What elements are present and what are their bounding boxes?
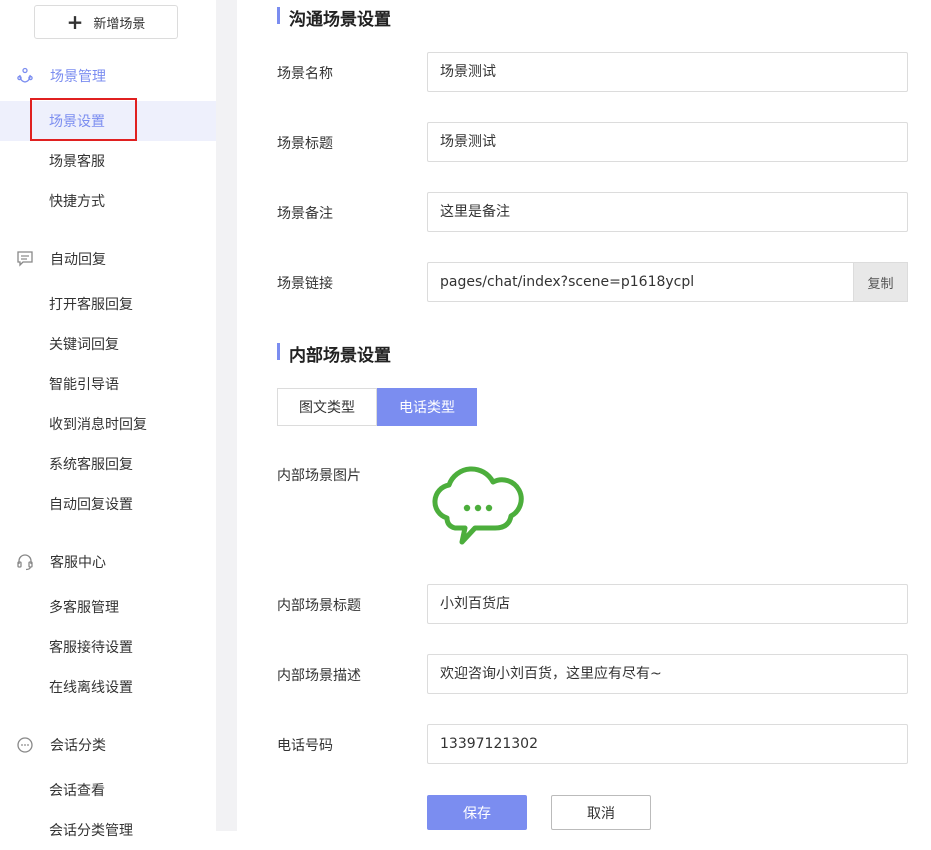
scene-name-input[interactable]: 场景测试 xyxy=(427,52,908,92)
headset-icon xyxy=(16,553,34,571)
internal-desc-input[interactable]: 欢迎咨询小刘百货，这里应有尽有~ xyxy=(427,654,908,694)
sidebar-item-label: 快捷方式 xyxy=(49,194,105,210)
sidebar-group-label: 场景管理 xyxy=(50,69,106,85)
scene-link-input[interactable]: pages/chat/index?scene=p1618ycpl xyxy=(427,262,854,302)
sidebar-group-scene-management[interactable]: 场景管理 xyxy=(0,64,216,88)
scene-title-label: 场景标题 xyxy=(277,136,333,152)
type-tabs: 图文类型 电话类型 xyxy=(277,388,477,426)
sidebar-item-multi-service[interactable]: 多客服管理 xyxy=(0,587,216,627)
internal-image-label: 内部场景图片 xyxy=(277,468,361,484)
plus-icon: + xyxy=(66,10,84,34)
sidebar-group-label: 会话分类 xyxy=(50,738,106,754)
sidebar-item-label: 在线离线设置 xyxy=(49,680,133,696)
sidebar-group-session-category[interactable]: 会话分类 xyxy=(0,733,216,757)
internal-scene-image[interactable] xyxy=(427,460,527,550)
gutter xyxy=(216,0,237,831)
chat-cloud-icon xyxy=(432,466,524,545)
sidebar-group-service-center[interactable]: 客服中心 xyxy=(0,550,216,574)
sidebar-item-auto-reply-settings[interactable]: 自动回复设置 xyxy=(0,484,216,524)
add-scene-label: 新增场景 xyxy=(93,16,146,32)
sidebar-item-label: 场景客服 xyxy=(49,154,105,170)
cancel-button[interactable]: 取消 xyxy=(551,795,651,830)
tab-image-text[interactable]: 图文类型 xyxy=(277,388,377,426)
save-button[interactable]: 保存 xyxy=(427,795,527,830)
sidebar-item-label: 打开客服回复 xyxy=(49,297,133,313)
scene-link-label: 场景链接 xyxy=(277,276,333,292)
sidebar-item-reception-settings[interactable]: 客服接待设置 xyxy=(0,627,216,667)
sidebar-item-scene-service[interactable]: 场景客服 xyxy=(0,141,216,181)
sidebar-item-system-reply[interactable]: 系统客服回复 xyxy=(0,444,216,484)
internal-title-label: 内部场景标题 xyxy=(277,598,361,614)
section-title-internal: 内部场景设置 xyxy=(277,341,391,366)
main-content: 沟通场景设置 场景名称 场景测试 场景标题 场景测试 场景备注 这里是备注 场景… xyxy=(237,0,931,831)
sidebar-item-shortcuts[interactable]: 快捷方式 xyxy=(0,181,216,221)
section-title-communication: 沟通场景设置 xyxy=(277,5,391,30)
internal-desc-label: 内部场景描述 xyxy=(277,668,361,684)
sidebar-item-label: 客服接待设置 xyxy=(49,640,133,656)
highlight-box xyxy=(30,98,137,141)
sidebar-item-open-service-reply[interactable]: 打开客服回复 xyxy=(0,284,216,324)
sidebar-item-message-reply[interactable]: 收到消息时回复 xyxy=(0,404,216,444)
tab-phone[interactable]: 电话类型 xyxy=(377,388,477,426)
sidebar-item-smart-guide[interactable]: 智能引导语 xyxy=(0,364,216,404)
sidebar-item-label: 自动回复设置 xyxy=(49,497,133,513)
chat-dots-icon xyxy=(16,736,34,754)
add-scene-button[interactable]: + 新增场景 xyxy=(34,5,178,39)
copy-button[interactable]: 复制 xyxy=(854,262,908,302)
scene-remark-input[interactable]: 这里是备注 xyxy=(427,192,908,232)
phone-label: 电话号码 xyxy=(277,738,333,754)
sidebar: + 新增场景 场景管理 场景设置 场景客服 快捷方式 自动回复 打开客服回复 关… xyxy=(0,0,216,839)
sidebar-item-label: 多客服管理 xyxy=(49,600,119,616)
sidebar-group-label: 客服中心 xyxy=(50,555,106,571)
sidebar-group-label: 自动回复 xyxy=(50,252,106,268)
message-icon xyxy=(16,250,34,268)
sidebar-item-session-view[interactable]: 会话查看 xyxy=(0,770,216,810)
phone-input[interactable]: 13397121302 xyxy=(427,724,908,764)
scene-icon xyxy=(16,67,34,85)
sidebar-item-label: 关键词回复 xyxy=(49,337,119,353)
sidebar-item-label: 智能引导语 xyxy=(49,377,119,393)
scene-remark-label: 场景备注 xyxy=(277,206,333,222)
internal-title-input[interactable]: 小刘百货店 xyxy=(427,584,908,624)
sidebar-group-auto-reply[interactable]: 自动回复 xyxy=(0,247,216,271)
sidebar-item-label: 会话查看 xyxy=(49,783,105,799)
sidebar-item-label: 收到消息时回复 xyxy=(49,417,147,433)
sidebar-item-online-offline[interactable]: 在线离线设置 xyxy=(0,667,216,707)
sidebar-item-label: 会话分类管理 xyxy=(49,823,133,839)
sidebar-item-session-category-manage[interactable]: 会话分类管理 xyxy=(0,810,216,850)
scene-name-label: 场景名称 xyxy=(277,66,333,82)
scene-title-input[interactable]: 场景测试 xyxy=(427,122,908,162)
sidebar-item-label: 系统客服回复 xyxy=(49,457,133,473)
sidebar-item-keyword-reply[interactable]: 关键词回复 xyxy=(0,324,216,364)
